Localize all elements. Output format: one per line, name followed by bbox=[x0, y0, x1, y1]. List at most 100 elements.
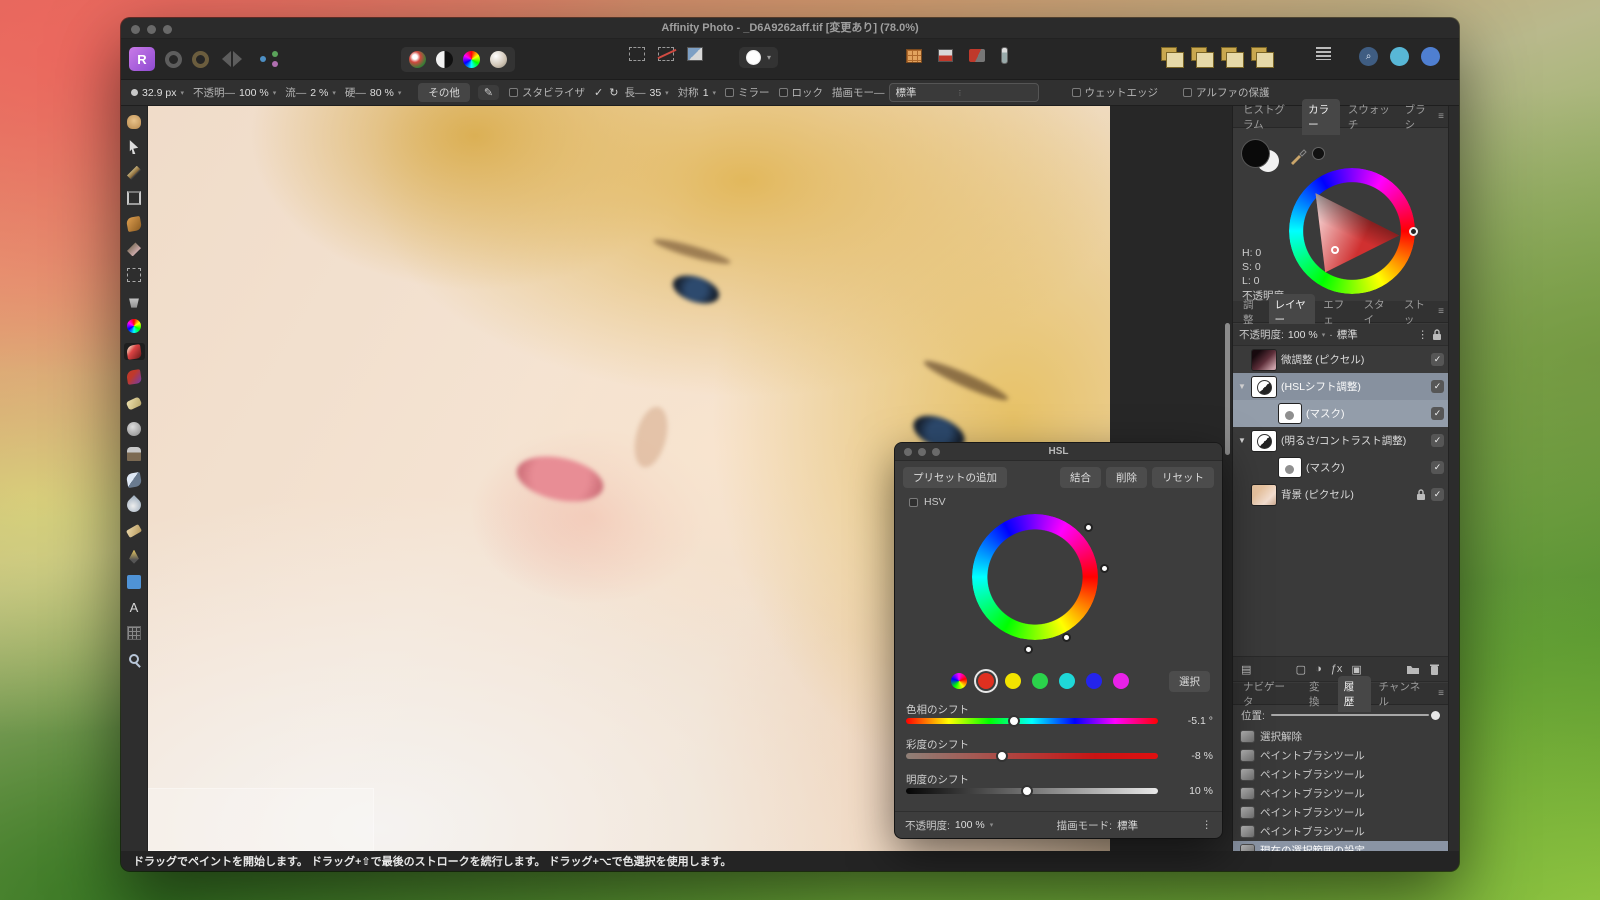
history-item[interactable]: ペイントブラシツール bbox=[1233, 765, 1448, 784]
magenta-channel-dot[interactable] bbox=[1113, 673, 1129, 689]
history-item[interactable]: 選択解除 bbox=[1233, 727, 1448, 746]
add-pixel-layer-icon[interactable]: ▢ bbox=[1296, 663, 1306, 676]
chevron-down-icon[interactable]: ▾ bbox=[990, 821, 994, 829]
pen-tool[interactable] bbox=[124, 548, 145, 565]
add-mask-icon[interactable]: ▣ bbox=[1351, 663, 1361, 676]
hue-shift-thumb[interactable] bbox=[1008, 715, 1020, 727]
layer-visibility-checkbox[interactable]: ✓ bbox=[1431, 461, 1444, 474]
layer-visibility-checkbox[interactable]: ✓ bbox=[1431, 407, 1444, 420]
hue-node[interactable] bbox=[1409, 227, 1418, 236]
hue-range-wheel[interactable] bbox=[972, 514, 1098, 640]
layer-row-mask[interactable]: (マスク) ✓ bbox=[1233, 454, 1448, 481]
liquify-persona-icon[interactable] bbox=[233, 51, 242, 67]
layer-thumbnail[interactable] bbox=[1252, 485, 1276, 505]
red-channel-dot-selected[interactable] bbox=[978, 673, 994, 689]
blend-options-icon[interactable]: ⋮ bbox=[1418, 329, 1429, 341]
opacity-field[interactable]: 不透明— 100 % ▾ bbox=[193, 85, 276, 100]
blue-channel-dot[interactable] bbox=[1086, 673, 1102, 689]
history-item[interactable]: ペイントブラシツール bbox=[1233, 822, 1448, 841]
blur-tool[interactable] bbox=[124, 471, 145, 488]
brush-preview-dropdown[interactable]: ▾ bbox=[739, 47, 778, 68]
crop-tool[interactable] bbox=[124, 190, 145, 207]
mesh-warp-tool[interactable] bbox=[124, 625, 145, 642]
blend-options-icon[interactable]: ⋮ bbox=[1202, 819, 1213, 831]
hue-shift-slider[interactable] bbox=[906, 718, 1158, 724]
select-all-icon[interactable] bbox=[629, 47, 645, 61]
luminosity-shift-slider[interactable] bbox=[906, 788, 1158, 794]
layer-visibility-checkbox[interactable]: ✓ bbox=[1431, 380, 1444, 393]
master-channel-dot[interactable] bbox=[951, 673, 967, 689]
delete-button[interactable]: 削除 bbox=[1106, 467, 1147, 488]
minimize-button[interactable] bbox=[918, 448, 926, 456]
layer-visibility-checkbox[interactable]: ✓ bbox=[1431, 434, 1444, 447]
reset-button[interactable]: リセット bbox=[1152, 467, 1214, 488]
symmetry-field[interactable]: 対称 1 ▾ bbox=[678, 85, 716, 100]
panel-menu-icon[interactable]: ≡ bbox=[1438, 688, 1444, 699]
history-item[interactable]: ペイントブラシツール bbox=[1233, 803, 1448, 822]
photo-persona-icon[interactable] bbox=[165, 51, 182, 68]
adjustment-layer-thumbnail[interactable] bbox=[1252, 431, 1276, 451]
shape-tool[interactable] bbox=[124, 574, 145, 591]
gradient-tool[interactable] bbox=[124, 318, 145, 335]
close-button[interactable] bbox=[131, 25, 140, 34]
expand-icon[interactable]: ▼ bbox=[1237, 436, 1247, 445]
erase-tool[interactable] bbox=[124, 395, 145, 412]
zoom-tool[interactable] bbox=[124, 650, 145, 667]
develop-persona-icon[interactable] bbox=[192, 51, 209, 68]
cyan-channel-dot[interactable] bbox=[1059, 673, 1075, 689]
hsl-dialog-titlebar[interactable]: HSL bbox=[895, 443, 1222, 461]
history-position-thumb[interactable] bbox=[1431, 711, 1440, 720]
layer-thumbnail[interactable] bbox=[1252, 350, 1276, 370]
rope-stabilizer-icon[interactable]: ✓ bbox=[594, 86, 603, 99]
luminosity-shift-thumb[interactable] bbox=[1021, 785, 1033, 797]
history-position-slider[interactable] bbox=[1271, 714, 1429, 716]
stabilizer-checkbox[interactable]: スタビライザ bbox=[509, 85, 585, 100]
hard-brush-icon[interactable] bbox=[969, 49, 985, 62]
close-button[interactable] bbox=[904, 448, 912, 456]
deselect-icon[interactable] bbox=[658, 47, 674, 61]
black-white-icon[interactable] bbox=[436, 51, 453, 68]
panel-splitter-handle[interactable] bbox=[1225, 323, 1230, 455]
layer-row-mask-selected[interactable]: (マスク) ✓ bbox=[1233, 400, 1448, 427]
layers-opacity-value[interactable]: 100 % bbox=[1288, 329, 1318, 341]
hue-range-node[interactable] bbox=[1062, 633, 1071, 642]
new-group-folder-icon[interactable] bbox=[1406, 663, 1420, 675]
saturation-shift-thumb[interactable] bbox=[996, 750, 1008, 762]
clone-tool[interactable] bbox=[124, 446, 145, 463]
panel-menu-icon[interactable]: ≡ bbox=[1438, 111, 1444, 122]
assistant-flag-icon[interactable] bbox=[938, 49, 953, 62]
view-tool[interactable] bbox=[124, 113, 145, 130]
zoom-search-icon[interactable]: ⌕ bbox=[1359, 47, 1378, 66]
mirror-checkbox[interactable]: ミラー bbox=[725, 85, 770, 100]
length-field[interactable]: 長— 35 ▾ bbox=[624, 85, 668, 100]
delete-trash-icon[interactable] bbox=[1429, 663, 1440, 676]
eyedropper-icon[interactable] bbox=[1288, 146, 1308, 166]
chevron-down-icon[interactable]: ▾ bbox=[1322, 331, 1326, 339]
flood-select-tool[interactable] bbox=[124, 241, 145, 258]
levels-icon[interactable] bbox=[490, 51, 507, 68]
dodge-tool[interactable] bbox=[124, 420, 145, 437]
saturation-shift-slider[interactable] bbox=[906, 753, 1158, 759]
green-channel-dot[interactable] bbox=[1032, 673, 1048, 689]
healing-tool[interactable] bbox=[124, 523, 145, 540]
minimize-button[interactable] bbox=[147, 25, 156, 34]
hue-range-node[interactable] bbox=[1084, 523, 1093, 532]
blend-mode-dropdown[interactable]: 標準 ⋮ bbox=[889, 83, 1039, 102]
mask-thumbnail[interactable] bbox=[1279, 404, 1301, 423]
layer-visibility-checkbox[interactable]: ✓ bbox=[1431, 353, 1444, 366]
protect-alpha-checkbox[interactable]: アルファの保護 bbox=[1183, 85, 1269, 100]
brush-width-field[interactable]: 32.9 px ▾ bbox=[131, 87, 184, 99]
hardness-field[interactable]: 硬— 80 % ▾ bbox=[345, 85, 401, 100]
color-marker[interactable] bbox=[1331, 246, 1339, 254]
luminosity-shift-value[interactable]: 10 % bbox=[1165, 785, 1213, 797]
hue-range-node[interactable] bbox=[1100, 564, 1109, 573]
layer-row[interactable]: ▼ (明るさ/コントラスト調整) ✓ bbox=[1233, 427, 1448, 454]
dialog-opacity-value[interactable]: 100 % bbox=[955, 819, 985, 831]
move-to-back-icon[interactable] bbox=[1251, 47, 1267, 61]
saturation-shift-value[interactable]: -8 % bbox=[1165, 750, 1213, 762]
alignment-icon[interactable] bbox=[1316, 47, 1331, 60]
zoom-button[interactable] bbox=[932, 448, 940, 456]
layer-stack-icon[interactable]: ▤ bbox=[1241, 663, 1251, 676]
add-preset-button[interactable]: プリセットの追加 bbox=[903, 467, 1007, 488]
hue-shift-value[interactable]: -5.1 ° bbox=[1165, 715, 1213, 727]
